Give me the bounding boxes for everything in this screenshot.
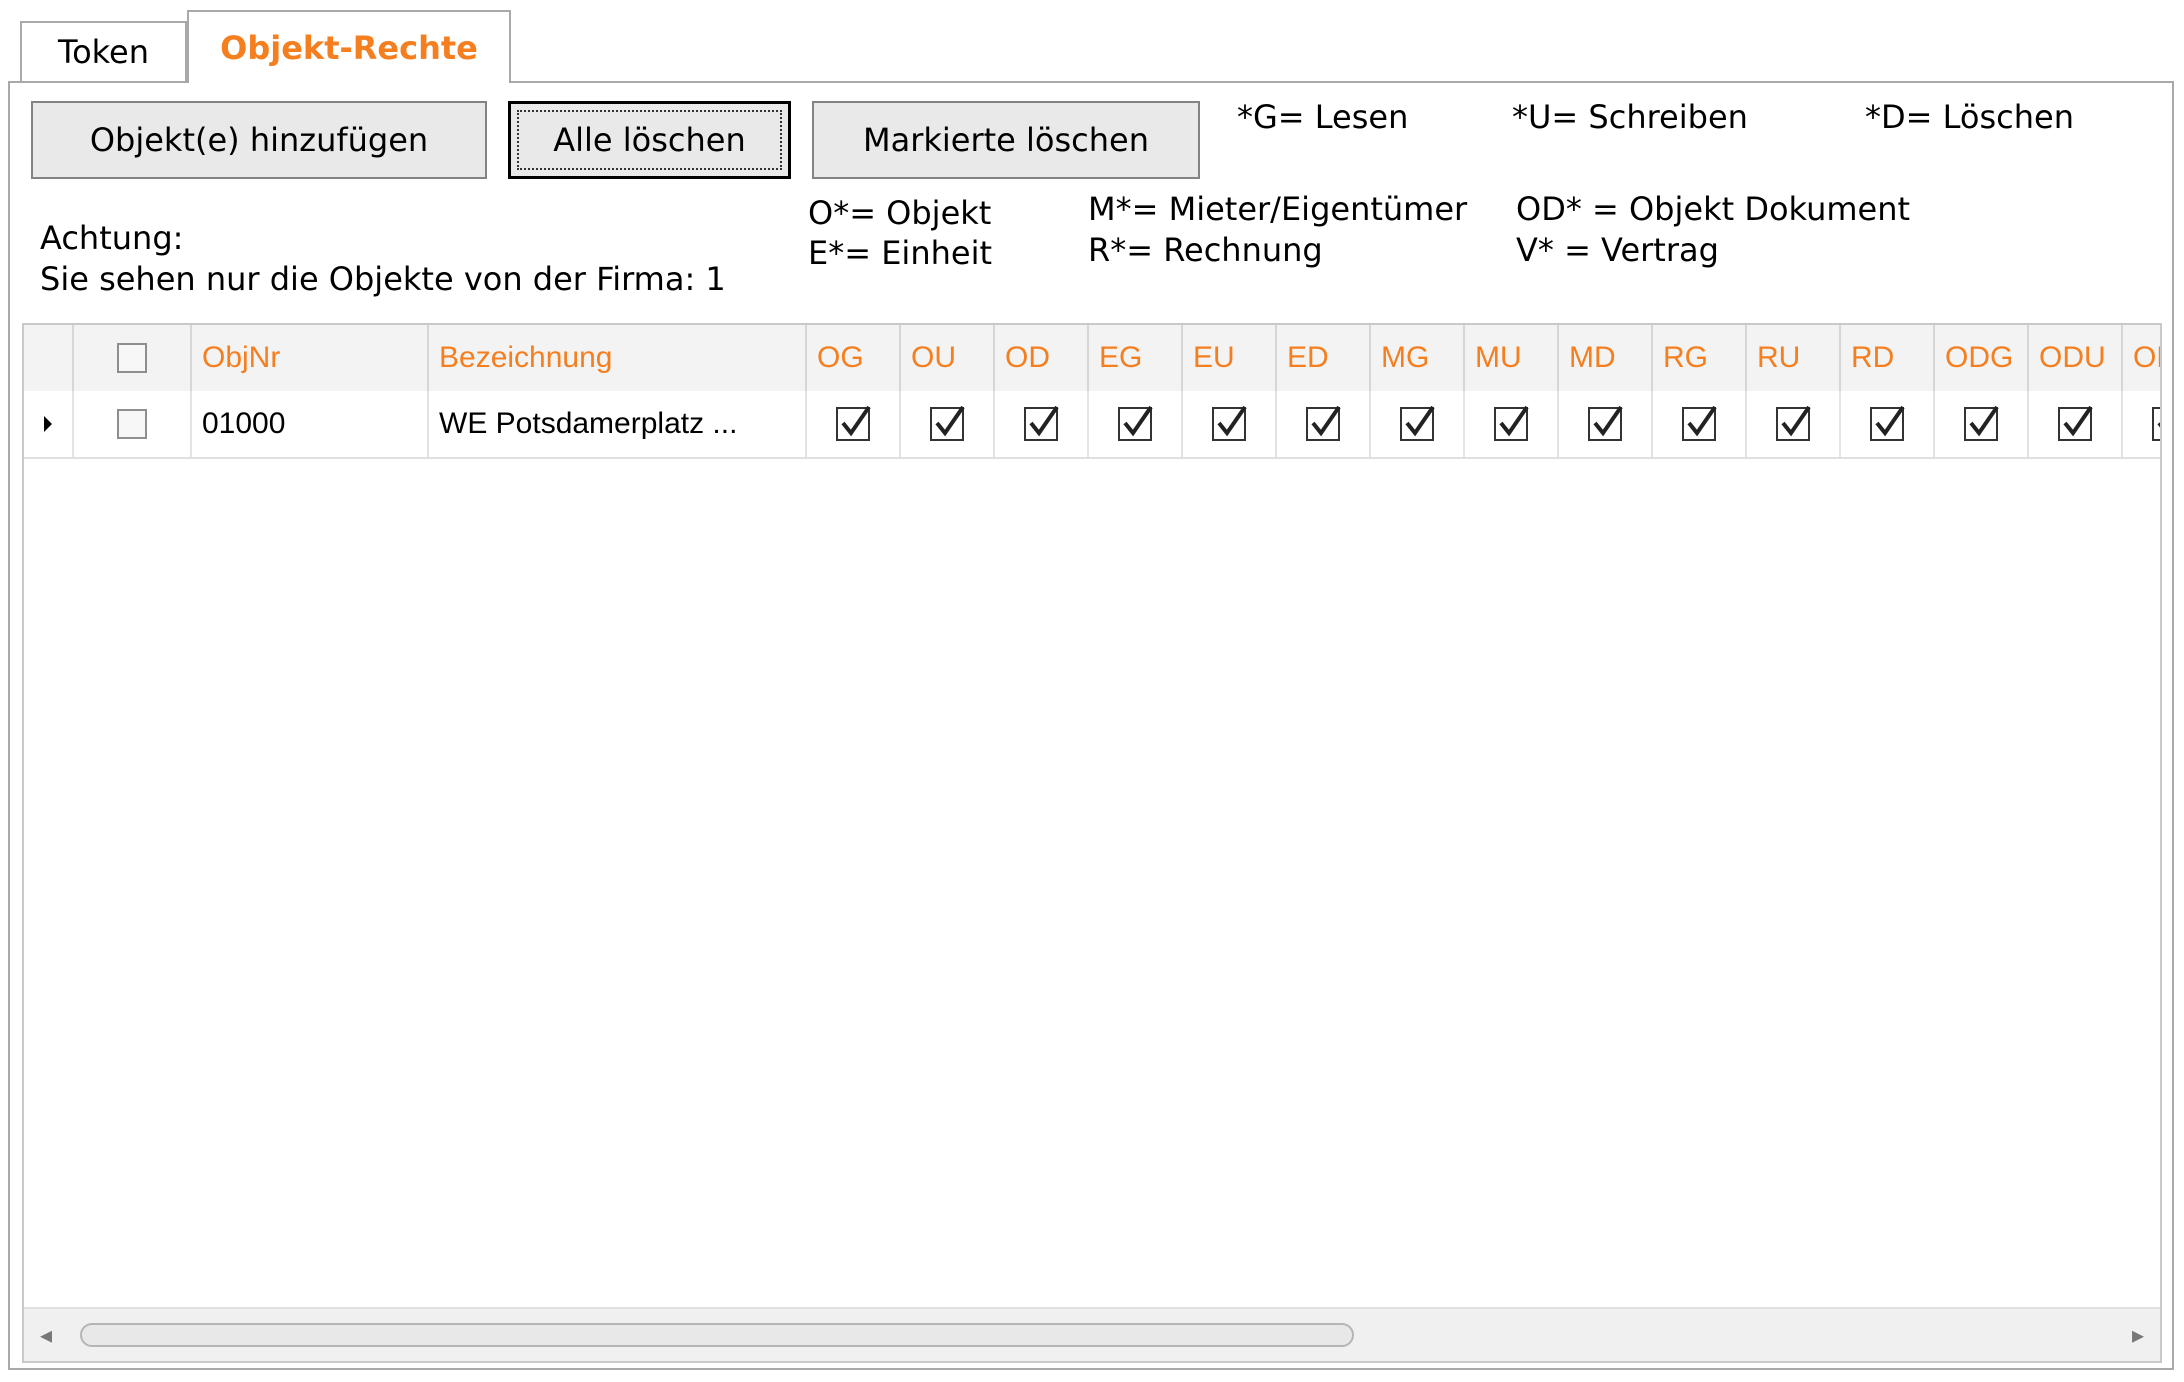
right-ed-cell[interactable] <box>1277 391 1371 457</box>
legend-d: *D= Löschen <box>1865 98 2074 136</box>
row-select-cell[interactable] <box>74 391 192 457</box>
right-eg-cell[interactable] <box>1089 391 1183 457</box>
right-md-checkbox[interactable] <box>1588 405 1623 441</box>
legend-v: V* = Vertrag <box>1516 231 1719 269</box>
delete-marked-label: Markierte löschen <box>862 121 1150 159</box>
legend-g: *G= Lesen <box>1237 98 1409 136</box>
scroll-left-icon[interactable]: ◂ <box>40 1321 52 1349</box>
right-mg-checkbox[interactable] <box>1400 405 1435 441</box>
right-ru-cell[interactable] <box>1747 391 1841 457</box>
column-header-eg[interactable]: EG <box>1089 325 1183 391</box>
right-mg-cell[interactable] <box>1371 391 1465 457</box>
right-od-checkbox[interactable] <box>1024 405 1059 441</box>
row-select-checkbox[interactable] <box>117 409 147 439</box>
legend-o: O*= Objekt <box>808 194 992 232</box>
checkmark-icon <box>841 405 871 437</box>
row-indicator <box>24 391 74 457</box>
grid-header: ObjNr Bezeichnung OG OU OD EG EU ED MG M… <box>24 325 2160 393</box>
checkmark-icon <box>1781 405 1811 437</box>
legend-u: *U= Schreiben <box>1512 98 1748 136</box>
right-odd-checkbox[interactable] <box>2152 407 2160 441</box>
right-rg-cell[interactable] <box>1653 391 1747 457</box>
column-header-odu[interactable]: ODU <box>2029 325 2123 391</box>
right-odu-cell[interactable] <box>2029 391 2123 457</box>
right-mu-checkbox[interactable] <box>1494 405 1529 441</box>
right-ed-checkbox[interactable] <box>1306 405 1341 441</box>
select-all-checkbox[interactable] <box>117 343 147 373</box>
checkmark-icon <box>935 405 965 437</box>
rights-grid: ObjNr Bezeichnung OG OU OD EG EU ED MG M… <box>22 323 2162 1363</box>
right-mu-cell[interactable] <box>1465 391 1559 457</box>
checkmark-icon <box>1593 405 1623 437</box>
checkmark-icon <box>1405 405 1435 437</box>
right-odg-checkbox[interactable] <box>1964 405 1999 441</box>
horizontal-scrollbar[interactable]: ◂ ▸ <box>24 1307 2160 1361</box>
right-rd-cell[interactable] <box>1841 391 1935 457</box>
right-eu-checkbox[interactable] <box>1212 405 1247 441</box>
delete-marked-button[interactable]: Markierte löschen <box>812 101 1200 179</box>
notice-text: Sie sehen nur die Objekte von der Firma:… <box>40 260 726 298</box>
column-header-mu[interactable]: MU <box>1465 325 1559 391</box>
scrollbar-thumb[interactable] <box>80 1323 1354 1347</box>
column-header-md[interactable]: MD <box>1559 325 1653 391</box>
checkmark-icon <box>1217 405 1247 437</box>
right-eu-cell[interactable] <box>1183 391 1277 457</box>
right-ru-checkbox[interactable] <box>1776 405 1811 441</box>
checkmark-icon <box>1499 405 1529 437</box>
column-header-odd[interactable]: OD <box>2123 325 2160 391</box>
column-header-rg[interactable]: RG <box>1653 325 1747 391</box>
checkmark-icon <box>1875 405 1905 437</box>
objnr-cell[interactable]: 01000 <box>192 391 429 457</box>
add-objects-button[interactable]: Objekt(e) hinzufügen <box>31 101 487 179</box>
legend-e: E*= Einheit <box>808 234 992 272</box>
tab-token[interactable]: Token <box>20 21 187 81</box>
row-pointer-icon <box>44 416 52 432</box>
add-objects-label: Objekt(e) hinzufügen <box>89 121 429 159</box>
right-md-cell[interactable] <box>1559 391 1653 457</box>
legend-r: R*= Rechnung <box>1088 231 1323 269</box>
column-header-mg[interactable]: MG <box>1371 325 1465 391</box>
right-od-cell[interactable] <box>995 391 1089 457</box>
right-odu-checkbox[interactable] <box>2058 405 2093 441</box>
select-all-header[interactable] <box>74 325 192 391</box>
column-header-od[interactable]: OD <box>995 325 1089 391</box>
clear-all-button[interactable]: Alle löschen <box>508 101 791 179</box>
tab-objekt-rechte[interactable]: Objekt-Rechte <box>187 10 511 83</box>
right-odg-cell[interactable] <box>1935 391 2029 457</box>
checkmark-icon <box>1687 405 1717 437</box>
row-indicator-header <box>24 325 74 391</box>
column-header-rd[interactable]: RD <box>1841 325 1935 391</box>
legend-m: M*= Mieter/Eigentümer <box>1088 190 1468 228</box>
right-og-cell[interactable] <box>807 391 901 457</box>
checkmark-icon <box>1123 405 1153 437</box>
checkmark-icon <box>1311 405 1341 437</box>
column-header-og[interactable]: OG <box>807 325 901 391</box>
legend-od: OD* = Objekt Dokument <box>1516 190 1911 228</box>
right-rg-checkbox[interactable] <box>1682 405 1717 441</box>
column-header-objnr[interactable]: ObjNr <box>192 325 429 391</box>
checkmark-icon <box>2063 405 2093 437</box>
column-header-bezeichnung[interactable]: Bezeichnung <box>429 325 807 391</box>
bezeichnung-cell[interactable]: WE Potsdamerplatz ... <box>429 391 807 457</box>
column-header-ou[interactable]: OU <box>901 325 995 391</box>
scroll-right-icon[interactable]: ▸ <box>2132 1321 2144 1349</box>
column-header-eu[interactable]: EU <box>1183 325 1277 391</box>
right-rd-checkbox[interactable] <box>1870 405 1905 441</box>
right-eg-checkbox[interactable] <box>1118 405 1153 441</box>
checkmark-icon <box>1969 405 1999 437</box>
clear-all-label: Alle löschen <box>553 121 746 159</box>
checkmark-icon <box>1029 405 1059 437</box>
right-odd-cell[interactable] <box>2123 391 2160 457</box>
column-header-ru[interactable]: RU <box>1747 325 1841 391</box>
right-ou-checkbox[interactable] <box>930 405 965 441</box>
column-header-odg[interactable]: ODG <box>1935 325 2029 391</box>
notice-heading: Achtung: <box>40 219 184 257</box>
column-header-ed[interactable]: ED <box>1277 325 1371 391</box>
right-ou-cell[interactable] <box>901 391 995 457</box>
checkmark-icon <box>2157 422 2160 428</box>
table-row[interactable]: 01000 WE Potsdamerplatz ... <box>24 391 2160 459</box>
right-og-checkbox[interactable] <box>836 405 871 441</box>
